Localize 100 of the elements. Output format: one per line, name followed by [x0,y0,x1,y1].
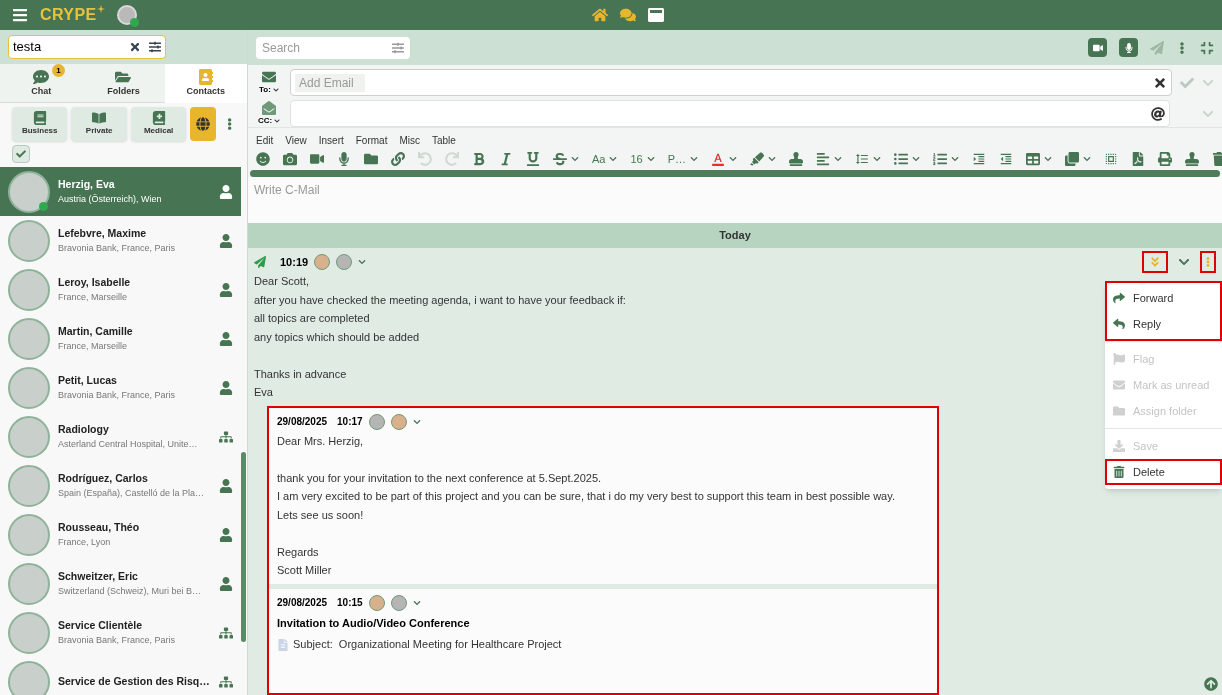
layers-icon[interactable] [1065,152,1080,166]
bullet-list-icon[interactable] [894,152,909,166]
forward-icon[interactable] [1113,292,1125,304]
cc-label[interactable]: CC: [257,114,273,127]
strikethrough-icon[interactable] [553,152,567,166]
account-avatar[interactable] [116,5,137,25]
voice-call-button[interactable] [1119,38,1138,57]
select-all-checkbox[interactable] [12,145,30,164]
outdent-icon[interactable] [999,152,1014,166]
menu-item[interactable]: Edit [256,132,274,148]
trash-icon[interactable] [1113,466,1125,478]
cc-field[interactable] [290,100,1170,127]
collapse-icon[interactable] [1200,40,1214,55]
globe-filter-button[interactable] [190,107,216,142]
bold-icon[interactable] [472,152,486,166]
caret-icon[interactable] [1083,155,1092,163]
caret-icon[interactable] [571,155,579,163]
video-icon[interactable] [310,152,324,166]
browser-icon[interactable] [648,7,664,23]
contact-row[interactable]: Martin, Camille France, Marseille [0,314,241,364]
chat-icon[interactable] [620,7,636,23]
stamp-icon[interactable] [789,152,804,166]
search-box[interactable]: Search [256,36,410,59]
caret-icon[interactable] [873,155,882,163]
microphone-icon[interactable] [1123,42,1134,53]
format-dropdown[interactable]: 16 [630,150,655,168]
menu-item[interactable]: Forward [1105,285,1222,311]
contact-row[interactable]: Service Clientèle Bravonia Bank, France, Paris [0,608,241,658]
caret-icon[interactable] [768,155,777,163]
filter-button[interactable]: Private [71,107,127,142]
email-field[interactable]: Add Email [295,73,365,92]
italic-icon[interactable] [499,152,513,166]
folder-icon[interactable] [364,152,378,166]
table-icon[interactable] [1026,152,1041,166]
expand-all-button[interactable] [1142,251,1168,273]
caret-icon[interactable] [1044,155,1053,163]
to-label[interactable]: To: [259,83,271,96]
stamp-icon[interactable] [1185,152,1200,166]
caret-icon[interactable] [609,155,618,163]
book-icon[interactable] [32,111,47,126]
filter-button[interactable]: Medical [130,107,187,142]
contact-row[interactable]: Radiology Asterland Central Hospital, Unite… [0,412,241,462]
more-button[interactable] [1200,251,1216,273]
clear-icon[interactable] [129,41,141,54]
video-call-button[interactable] [1088,38,1107,57]
globe-icon[interactable] [196,117,211,132]
indent-icon[interactable] [972,152,987,166]
check-icon[interactable] [1180,75,1194,90]
menu-item[interactable]: Delete [1105,459,1222,485]
envelope-icon[interactable] [262,69,276,84]
at-sign-icon[interactable] [1151,106,1165,121]
sidebar-tab[interactable]: Contacts [164,64,247,104]
caret-icon[interactable] [412,598,421,607]
scrollbar-thumb[interactable] [241,452,246,642]
contact-row[interactable]: Schweitzer, Eric Switzerland (Schweiz), Muri bei B… [0,559,241,609]
caret-icon[interactable] [274,117,281,124]
trash-icon[interactable] [1212,152,1222,166]
caret-icon[interactable] [690,155,699,163]
numbered-list-icon[interactable] [933,152,948,166]
contact-row[interactable]: Rodríguez, Carlos Spain (España), Castelló de la Pla… [0,461,241,511]
menu-icon[interactable] [12,7,28,23]
caret-icon[interactable] [951,155,960,163]
menu-item[interactable]: Reply [1105,311,1222,337]
format-dropdown[interactable]: Aa [592,150,618,168]
highlighter-icon[interactable] [750,152,765,166]
caret-icon[interactable] [412,417,421,426]
contact-row[interactable]: Petit, Lucas Bravonia Bank, France, Paris [0,363,241,413]
microphone-icon[interactable] [337,152,351,166]
video-icon[interactable] [1092,42,1103,53]
text-color-icon[interactable] [711,152,726,166]
format-dropdown[interactable]: P… [667,150,699,168]
menu-item[interactable]: Format [355,132,388,148]
search-field[interactable]: Search [262,38,392,57]
to-field[interactable]: Add Email [290,69,1172,96]
caret-icon[interactable] [912,155,921,163]
sidebar-tab[interactable]: Chat 1 [0,64,83,104]
menu-item[interactable]: View [285,132,307,148]
align-left-icon[interactable] [816,152,831,166]
caret-icon[interactable] [646,155,655,163]
contact-row[interactable]: Lefebvre, Maxime Bravonia Bank, France, Paris [0,216,241,266]
menu-item[interactable]: Table [432,132,456,148]
line-spacing-icon[interactable] [855,152,870,166]
clear-icon[interactable] [1153,75,1167,90]
contact-search-box[interactable]: testa [8,35,166,60]
print-icon[interactable] [1158,152,1173,166]
link-icon[interactable] [391,152,405,166]
book-icon[interactable] [151,111,166,126]
scroll-top-icon[interactable] [1204,677,1218,691]
select-all-icon[interactable] [1104,152,1119,166]
reply-icon[interactable] [1113,318,1125,330]
caret-icon[interactable] [729,155,738,163]
menu-item[interactable]: Insert [318,132,344,148]
caret-icon[interactable] [1178,256,1190,268]
caret-icon[interactable] [272,86,279,93]
menu-item[interactable]: Misc [399,132,420,148]
contact-row[interactable]: Service de Gestion des Risq… [0,657,241,695]
home-icon[interactable] [592,7,608,23]
book-icon[interactable] [92,111,107,126]
emoji-icon[interactable] [256,152,270,166]
contact-row[interactable]: Leroy, Isabelle France, Marseille [0,265,241,315]
